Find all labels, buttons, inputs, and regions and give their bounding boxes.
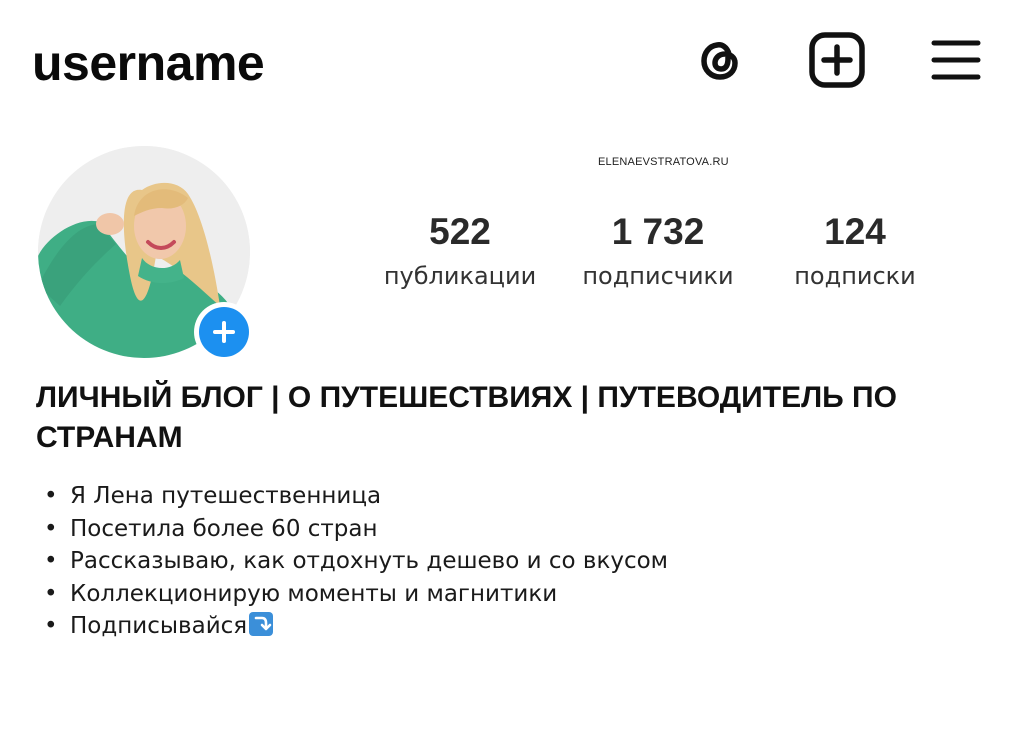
stat-followers-count: 1 732 xyxy=(611,211,705,252)
stat-posts[interactable]: 522 публикации xyxy=(370,210,550,298)
stat-followers-label: подписчики xyxy=(582,262,734,290)
bio-line-text: Подписывайся xyxy=(70,613,248,639)
watermark-text: ELENAEVSTRATOVA.RU xyxy=(598,156,729,168)
bio-line-text: Рассказываю, как отдохнуть дешево и со в… xyxy=(70,548,669,574)
bio-line-text: Коллекционирую моменты и магнитики xyxy=(70,580,558,607)
add-story-button[interactable] xyxy=(194,302,254,362)
create-post-icon[interactable] xyxy=(807,30,867,90)
profile-avatar-container xyxy=(38,146,254,362)
bio-line-text: Я Лена путешественница xyxy=(70,483,382,509)
bullet: • xyxy=(44,515,58,542)
profile-username: username xyxy=(32,35,265,91)
bio-list-item: • Рассказываю, как отдохнуть дешево и со … xyxy=(44,545,668,578)
threads-icon[interactable] xyxy=(690,30,750,90)
bio-list-item: • Посетила более 60 стран xyxy=(44,513,668,546)
bio-line-text: Посетила более 60 стран xyxy=(70,515,378,542)
stat-posts-label: публикации xyxy=(383,262,537,290)
bio-title: ЛИЧНЫЙ БЛОГ | О ПУТЕШЕСТВИЯХ | ПУТЕВОДИТ… xyxy=(36,381,897,454)
bio-list-item: • Коллекционирую моменты и магнитики xyxy=(44,578,668,611)
stat-following[interactable]: 124 подписки xyxy=(772,210,938,298)
bullet: • xyxy=(44,580,58,607)
stat-followers[interactable]: 1 732 подписчики xyxy=(566,210,750,298)
top-bar-actions xyxy=(690,30,990,90)
stat-following-label: подписки xyxy=(794,262,916,290)
bio-list: • Я Лена путешественница • Посетила более … xyxy=(44,480,668,643)
arrow-down-right-icon xyxy=(249,612,274,636)
bio-list-item: • Подписывайся xyxy=(44,610,668,643)
bullet: • xyxy=(44,613,58,639)
bio-list-item: • Я Лена путешественница xyxy=(44,480,668,513)
menu-icon[interactable] xyxy=(926,30,986,90)
plus-icon xyxy=(199,307,249,357)
bullet: • xyxy=(44,548,58,574)
stat-posts-count: 522 xyxy=(429,211,491,252)
stat-following-count: 124 xyxy=(824,211,886,252)
bullet: • xyxy=(44,483,58,509)
